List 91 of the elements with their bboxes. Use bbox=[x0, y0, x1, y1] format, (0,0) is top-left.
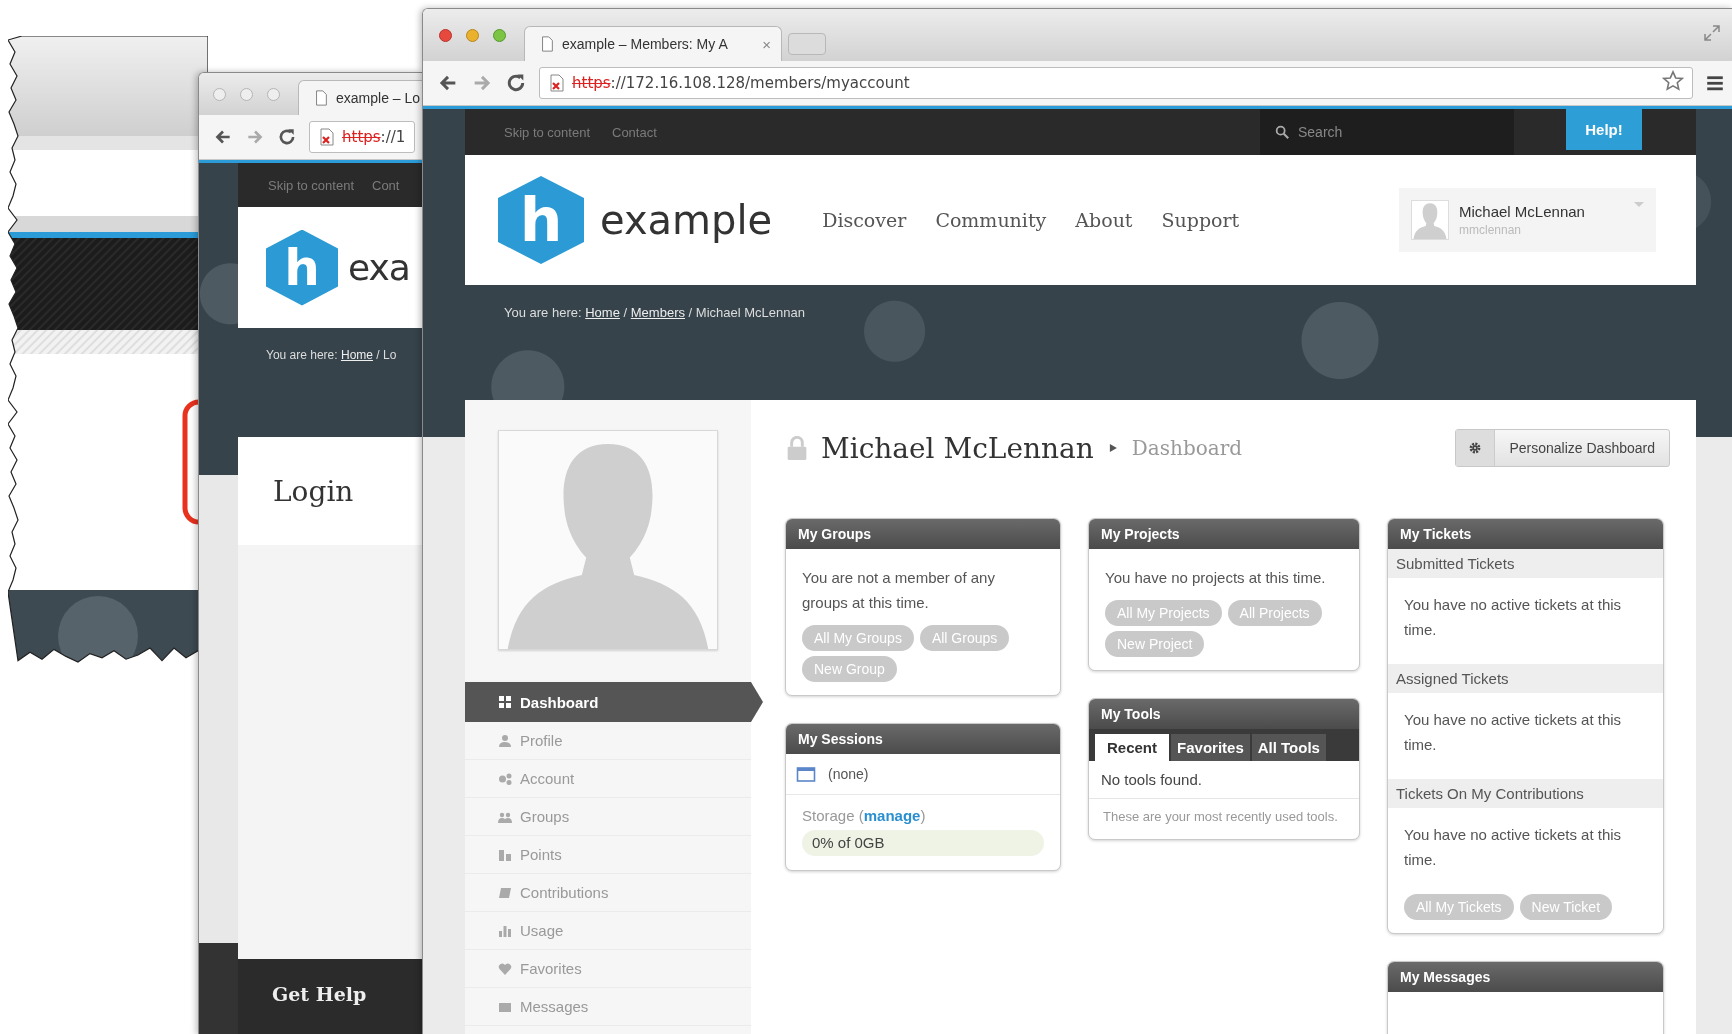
menu-icon bbox=[498, 695, 512, 709]
sidebar-item[interactable]: Usage bbox=[465, 912, 751, 950]
window-icon bbox=[796, 764, 816, 784]
sidebar-item[interactable]: Favorites bbox=[465, 950, 751, 988]
browser-tab[interactable]: example – Lo bbox=[298, 80, 423, 115]
top-link[interactable]: Skip to content bbox=[268, 177, 354, 193]
breadcrumb-link[interactable]: Members bbox=[630, 305, 685, 320]
help-button[interactable]: Help! bbox=[1566, 109, 1642, 150]
menu-icon bbox=[498, 885, 512, 900]
card-text: You have no active tickets at this time. bbox=[1404, 710, 1623, 755]
note-text: These are your most recently used tools. bbox=[1102, 808, 1339, 826]
sidebar-item[interactable]: Profile bbox=[465, 722, 751, 760]
breadcrumb-link[interactable]: Home bbox=[585, 305, 620, 320]
card-text: You have no active tickets at this time. bbox=[1404, 825, 1623, 870]
nav-link[interactable]: Discover bbox=[822, 209, 907, 231]
section-heading: Submitted Tickets bbox=[1388, 549, 1663, 578]
menu-icon bbox=[498, 733, 512, 748]
top-link[interactable]: Skip to content bbox=[504, 124, 590, 140]
nav-link[interactable]: Community bbox=[935, 209, 1047, 231]
section-title: Dashboard bbox=[1131, 436, 1242, 460]
tab[interactable]: Favorites bbox=[1171, 734, 1250, 761]
profile-name: Michael McLennan bbox=[821, 431, 1094, 465]
avatar-placeholder bbox=[1411, 200, 1449, 240]
top-link[interactable]: Cont bbox=[372, 177, 400, 193]
page-icon bbox=[539, 36, 555, 52]
sidebar-item[interactable]: Account bbox=[465, 760, 751, 798]
logo-text: exa bbox=[348, 247, 410, 288]
search-icon bbox=[1274, 124, 1290, 140]
card-title: My Sessions bbox=[786, 724, 1060, 754]
page-title: Login bbox=[273, 474, 354, 508]
tab[interactable]: All Tools bbox=[1251, 734, 1326, 761]
menu-icon bbox=[498, 923, 512, 938]
manage-link[interactable]: manage bbox=[863, 807, 921, 824]
logo[interactable]: h bbox=[266, 229, 338, 306]
card-title: My Tickets bbox=[1388, 519, 1663, 549]
menu-icon bbox=[498, 771, 512, 786]
section-heading: Assigned Tickets bbox=[1388, 664, 1663, 693]
reload-icon bbox=[505, 72, 527, 94]
zoom-button[interactable] bbox=[493, 28, 506, 42]
tab[interactable]: Recent bbox=[1095, 734, 1170, 761]
minimize-button[interactable] bbox=[240, 87, 253, 101]
top-link[interactable]: Contact bbox=[612, 124, 657, 140]
card-text: You have no projects at this time. bbox=[1105, 568, 1327, 588]
close-button[interactable] bbox=[439, 28, 452, 42]
nav-link[interactable]: Support bbox=[1161, 209, 1240, 231]
personalize-button[interactable]: Personalize Dashboard bbox=[1455, 429, 1670, 467]
username: mmclennan bbox=[1459, 223, 1523, 237]
star-icon bbox=[1662, 70, 1684, 92]
minimize-button[interactable] bbox=[466, 28, 479, 42]
page-icon bbox=[313, 90, 329, 106]
card-title: My Messages bbox=[1388, 962, 1663, 992]
sidebar-item[interactable]: Points bbox=[465, 836, 751, 874]
user-name: Michael McLennan bbox=[1459, 203, 1585, 220]
tab-close-button[interactable]: × bbox=[762, 35, 771, 53]
sidebar-item[interactable]: Groups bbox=[465, 798, 751, 836]
zoom-button[interactable] bbox=[267, 87, 280, 101]
menu-icon bbox=[1705, 73, 1725, 93]
breadcrumb: You are here: Home / Lo bbox=[266, 348, 397, 362]
logo-text: example bbox=[600, 197, 773, 243]
new-tab-button[interactable] bbox=[788, 33, 826, 55]
address-bar[interactable]: https://172.16.108.128/members/myaccount bbox=[539, 67, 1693, 99]
insecure-page-icon bbox=[548, 74, 566, 92]
lock-icon bbox=[785, 436, 809, 460]
card-title: My Tools bbox=[1089, 699, 1359, 729]
menu-icon bbox=[498, 961, 512, 976]
meter-reading: 0% of 0GB bbox=[811, 833, 886, 853]
card-text: You are not a member of any groups at this time. bbox=[802, 568, 996, 613]
sidebar-item[interactable]: Contributions bbox=[465, 874, 751, 912]
reload-icon bbox=[277, 127, 297, 147]
session-text: (none) bbox=[828, 766, 869, 782]
browser-tab[interactable]: example – Members: My A × bbox=[524, 26, 782, 61]
card-text: You have no active tickets at this time. bbox=[1404, 595, 1623, 640]
sidebar-item[interactable]: Messages bbox=[465, 988, 751, 1026]
footer-heading: Get Help bbox=[272, 983, 367, 1005]
breadcrumb-link[interactable]: Home bbox=[340, 348, 373, 362]
address-bar[interactable]: https://1 bbox=[309, 121, 415, 153]
menu-icon bbox=[498, 847, 512, 862]
caret-icon bbox=[1634, 202, 1644, 207]
nav-link[interactable]: About bbox=[1075, 209, 1133, 231]
section-heading: Tickets On My Contributions bbox=[1388, 779, 1663, 808]
logo[interactable]: h bbox=[498, 176, 584, 264]
user-menu[interactable]: Michael McLennan mmclennan bbox=[1399, 188, 1656, 252]
search-field[interactable]: Search bbox=[1260, 109, 1514, 155]
breadcrumb: You are here: Home / Members / Michael McLennan bbox=[504, 305, 805, 320]
empty-message: No tools found. bbox=[1089, 761, 1359, 799]
card-title: My Groups bbox=[786, 519, 1060, 549]
card-title: My Projects bbox=[1089, 519, 1359, 549]
insecure-page-icon bbox=[318, 128, 336, 146]
sidebar-item[interactable]: Dashboard bbox=[465, 682, 763, 722]
storage-label: Storage (manage) bbox=[802, 807, 926, 824]
fullscreen-icon bbox=[1703, 24, 1721, 42]
